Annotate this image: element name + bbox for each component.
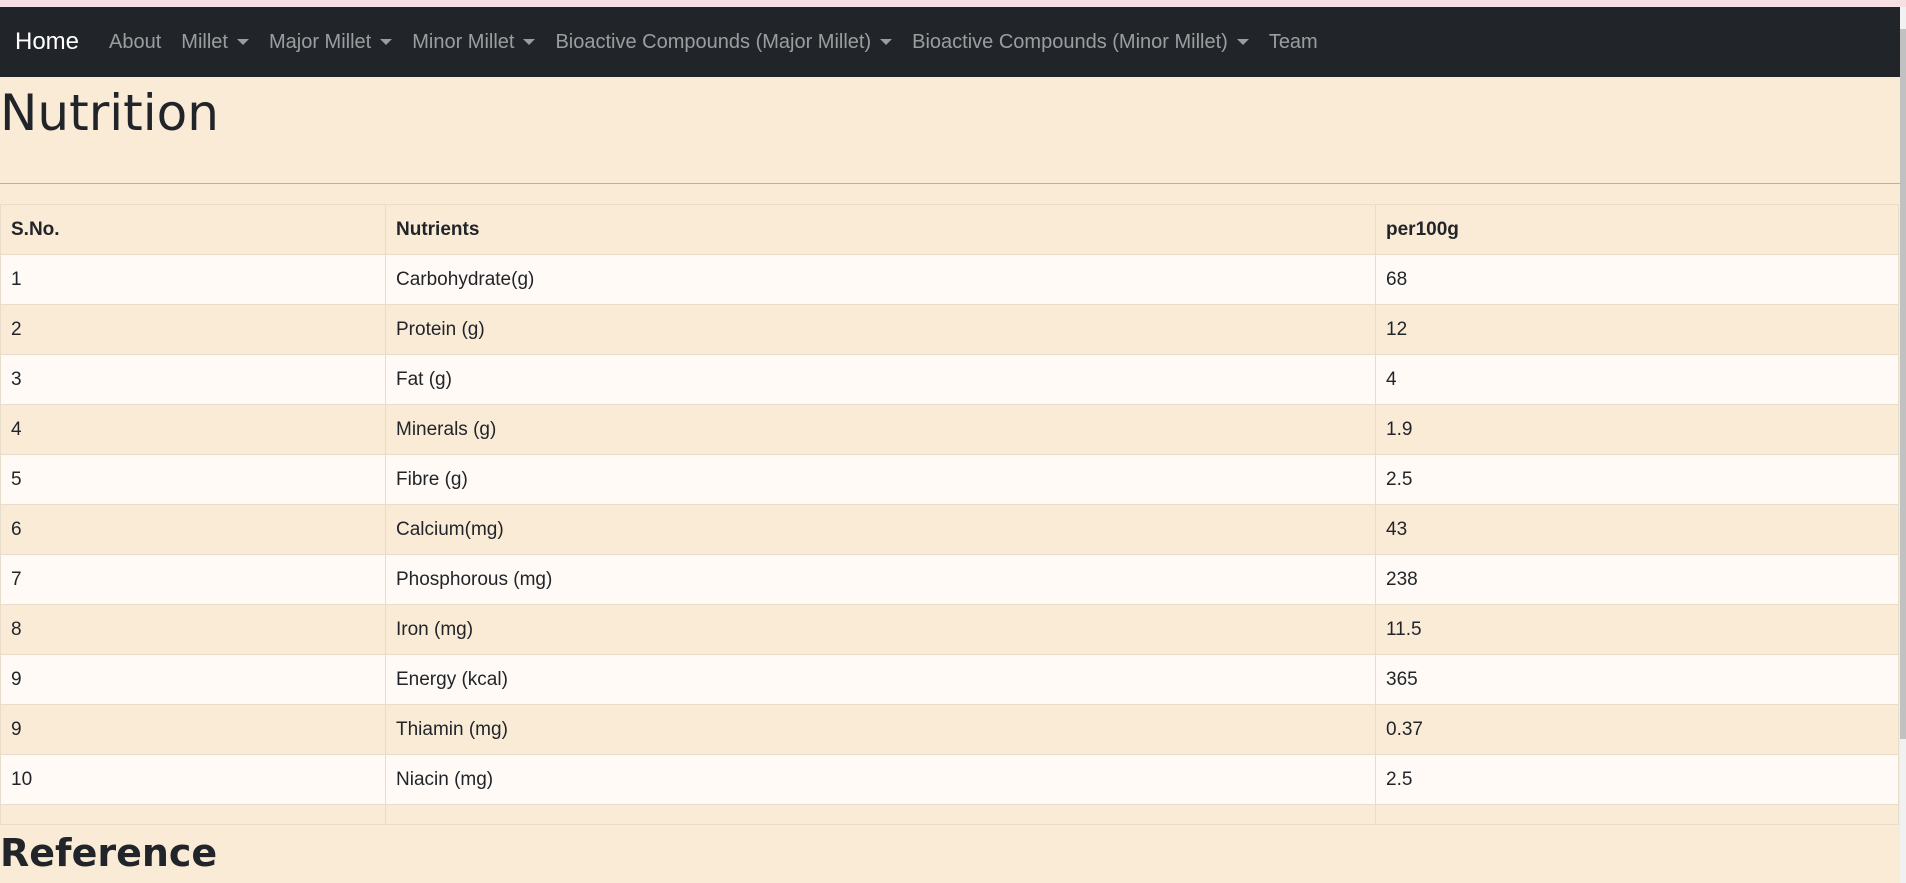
cell-value: 2.5 <box>1375 454 1899 505</box>
navbar: Home About Millet Major Millet Minor Mil… <box>0 7 1900 77</box>
nav-item-label: Bioactive Compounds (Minor Millet) <box>912 30 1228 53</box>
cell-sno: 9 <box>0 654 386 705</box>
caret-down-icon <box>523 39 536 45</box>
reference-heading: Reference <box>0 831 218 875</box>
table-row: 9 Thiamin (mg) 0.37 <box>0 704 1899 755</box>
cell-nutrient: Niacin (mg) <box>385 754 1376 805</box>
table-row: 1 Carbohydrate(g) 68 <box>0 254 1899 305</box>
page-title: Nutrition <box>0 84 219 142</box>
cell-empty <box>1375 804 1899 825</box>
table-row-empty <box>0 804 1899 825</box>
nav-item-major-millet[interactable]: Major Millet <box>268 30 393 54</box>
main-content: Nutrition S.No. Nutrients per100g 1 Carb… <box>0 77 1900 875</box>
nav-item-about[interactable]: About <box>109 31 161 54</box>
caret-down-icon <box>880 39 893 45</box>
nav-item-label: About <box>109 30 162 53</box>
nav-item-label: Bioactive Compounds (Major Millet) <box>555 30 872 53</box>
nav-item-millet[interactable]: Millet <box>181 31 249 54</box>
cell-nutrient: Fibre (g) <box>385 454 1376 505</box>
table-row: 4 Minerals (g) 1.9 <box>0 404 1899 455</box>
cell-value: 12 <box>1375 304 1899 355</box>
cell-sno: 3 <box>0 354 386 405</box>
table-row: 7 Phosphorous (mg) 238 <box>0 554 1899 605</box>
nav-item-label: Team <box>1268 30 1318 53</box>
cell-value: 365 <box>1375 654 1899 705</box>
cell-value: 2.5 <box>1375 754 1899 805</box>
cell-sno: 4 <box>0 404 386 455</box>
caret-down-icon <box>380 39 393 45</box>
cell-sno: 9 <box>0 704 386 755</box>
vertical-scrollbar[interactable] <box>1900 7 1906 883</box>
caret-down-icon <box>1236 39 1249 45</box>
cell-sno: 6 <box>0 504 386 555</box>
cell-value: 0.37 <box>1375 704 1899 755</box>
caret-down-icon <box>236 39 249 45</box>
cell-nutrient: Thiamin (mg) <box>385 704 1376 755</box>
table-header-row: S.No. Nutrients per100g <box>0 204 1899 255</box>
cell-empty <box>0 804 386 825</box>
cell-sno: 10 <box>0 754 386 805</box>
cell-value: 238 <box>1375 554 1899 605</box>
nav-item-bioactive-minor[interactable]: Bioactive Compounds (Minor Millet) <box>912 31 1249 54</box>
top-strip <box>0 0 1906 7</box>
cell-sno: 5 <box>0 454 386 505</box>
cell-empty <box>385 804 1376 825</box>
cell-nutrient: Minerals (g) <box>385 404 1376 455</box>
cell-nutrient: Iron (mg) <box>385 604 1376 655</box>
cell-nutrient: Carbohydrate(g) <box>385 254 1376 305</box>
table-row: 3 Fat (g) 4 <box>0 354 1899 405</box>
header-nutrients: Nutrients <box>385 204 1376 255</box>
table-row: 6 Calcium(mg) 43 <box>0 504 1899 555</box>
nav-item-team[interactable]: Team <box>1269 31 1318 54</box>
cell-nutrient: Phosphorous (mg) <box>385 554 1376 605</box>
cell-nutrient: Calcium(mg) <box>385 504 1376 555</box>
cell-value: 11.5 <box>1375 604 1899 655</box>
nutrition-table: S.No. Nutrients per100g 1 Carbohydrate(g… <box>0 204 1899 825</box>
cell-value: 43 <box>1375 504 1899 555</box>
nav-home-link[interactable]: Home <box>15 28 79 56</box>
header-per100g: per100g <box>1375 204 1899 255</box>
cell-sno: 2 <box>0 304 386 355</box>
cell-nutrient: Protein (g) <box>385 304 1376 355</box>
header-sno: S.No. <box>0 204 386 255</box>
cell-value: 4 <box>1375 354 1899 405</box>
cell-sno: 1 <box>0 254 386 305</box>
cell-sno: 8 <box>0 604 386 655</box>
cell-nutrient: Energy (kcal) <box>385 654 1376 705</box>
cell-value: 1.9 <box>1375 404 1899 455</box>
table-row: 10 Niacin (mg) 2.5 <box>0 754 1899 805</box>
scrollbar-thumb[interactable] <box>1900 29 1906 739</box>
nav-item-label: Millet <box>181 30 228 53</box>
divider <box>0 183 1900 184</box>
cell-sno: 7 <box>0 554 386 605</box>
cell-value: 68 <box>1375 254 1899 305</box>
nav-item-minor-millet[interactable]: Minor Millet <box>412 30 536 54</box>
table-row: 9 Energy (kcal) 365 <box>0 654 1899 705</box>
nav-item-bioactive-major[interactable]: Bioactive Compounds (Major Millet) <box>555 30 893 54</box>
nav-item-label: Major Millet <box>268 30 372 53</box>
nav-item-label: Minor Millet <box>412 30 515 53</box>
cell-nutrient: Fat (g) <box>385 354 1376 405</box>
table-row: 5 Fibre (g) 2.5 <box>0 454 1899 505</box>
table-row: 8 Iron (mg) 11.5 <box>0 604 1899 655</box>
table-row: 2 Protein (g) 12 <box>0 304 1899 355</box>
